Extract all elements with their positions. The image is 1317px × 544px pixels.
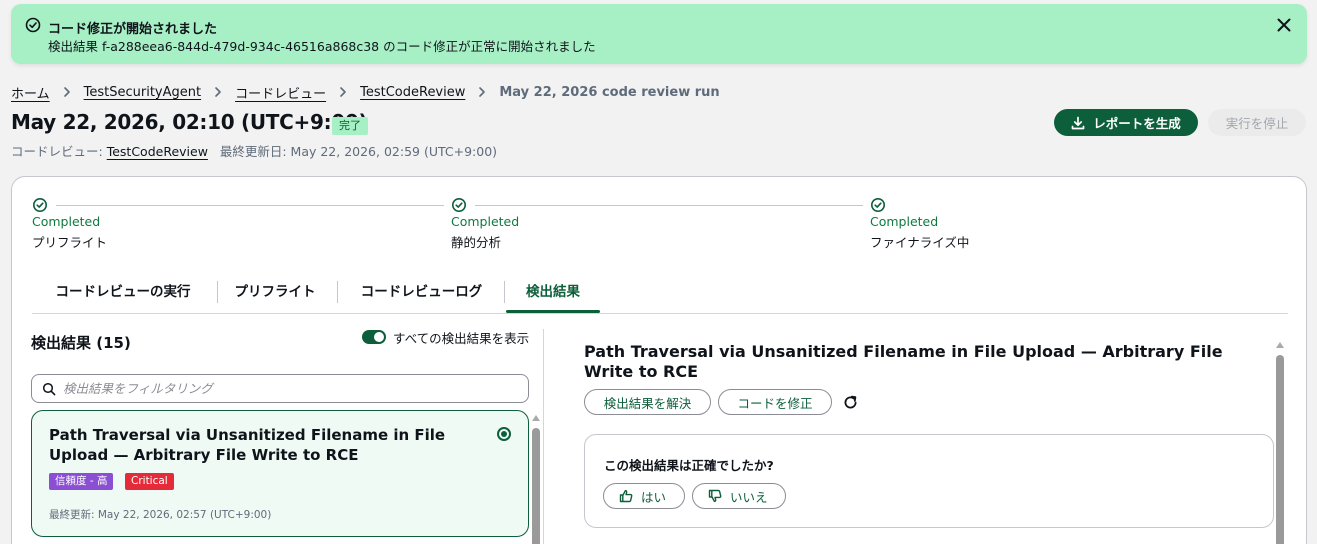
feedback-box: この検出結果は正確でしたか? はい いいえ bbox=[584, 434, 1274, 528]
scroll-up-arrow-icon[interactable] bbox=[532, 415, 540, 421]
chevron-right-icon bbox=[479, 87, 486, 97]
findings-filter bbox=[31, 374, 529, 403]
success-flash: コード修正が開始されました 検出結果 f-a288eea6-844d-479d-… bbox=[11, 4, 1307, 64]
generate-report-label: レポートを生成 bbox=[1093, 116, 1181, 131]
check-circle-icon bbox=[871, 198, 885, 212]
scroll-up-arrow-icon[interactable] bbox=[1276, 342, 1284, 348]
finding-card-title: Path Traversal via Unsanitized Filename … bbox=[49, 426, 446, 464]
check-circle-icon bbox=[33, 198, 47, 212]
check-circle-icon bbox=[25, 17, 41, 33]
step-name: 静的分析 bbox=[451, 235, 502, 250]
breadcrumb-review[interactable]: TestCodeReview bbox=[360, 85, 465, 100]
step-status: Completed bbox=[451, 214, 520, 229]
findings-list-title: 検出結果 (15) bbox=[31, 334, 131, 352]
step-status: Completed bbox=[870, 214, 939, 229]
step-connector bbox=[56, 205, 444, 206]
show-all-findings-toggle[interactable] bbox=[362, 330, 386, 344]
refresh-icon[interactable] bbox=[842, 394, 859, 411]
tab-divider bbox=[337, 281, 338, 303]
tab-preflight[interactable]: プリフライト bbox=[232, 277, 318, 313]
feedback-no-button[interactable]: いいえ bbox=[692, 483, 786, 509]
flash-message: 検出結果 f-a288eea6-844d-479d-934c-46516a868… bbox=[48, 39, 596, 54]
breadcrumb-code-review[interactable]: コードレビュー bbox=[235, 83, 326, 102]
feedback-yes-button[interactable]: はい bbox=[603, 483, 685, 509]
step-name: ファイナライズ中 bbox=[870, 235, 970, 250]
step-connector bbox=[475, 205, 863, 206]
generate-report-button[interactable]: レポートを生成 bbox=[1054, 109, 1198, 136]
chevron-right-icon bbox=[340, 87, 346, 97]
detail-scrollbar[interactable] bbox=[1276, 355, 1284, 544]
breadcrumb-current: May 22, 2026 code review run bbox=[499, 84, 720, 100]
flash-title: コード修正が開始されました bbox=[48, 22, 218, 37]
subtitle-prefix: コードレビュー: bbox=[11, 144, 103, 159]
severity-badge: Critical bbox=[125, 473, 174, 490]
page-title: May 22, 2026, 02:10 (UTC+9:00) bbox=[11, 110, 368, 134]
step-status: Completed bbox=[32, 214, 101, 229]
pane-divider bbox=[543, 329, 544, 544]
show-all-findings-label: すべての検出結果を表示 bbox=[393, 331, 530, 346]
tab-code-review-run[interactable]: コードレビューの実行 bbox=[50, 277, 196, 313]
close-icon[interactable] bbox=[1275, 16, 1293, 34]
findings-list-scrollbar[interactable] bbox=[532, 428, 540, 544]
step-name: プリフライト bbox=[32, 235, 108, 250]
last-updated: 最終更新日: May 22, 2026, 02:59 (UTC+9:00) bbox=[219, 144, 498, 159]
finding-selected-radio[interactable] bbox=[497, 427, 511, 441]
feedback-no-label: いいえ bbox=[730, 489, 768, 505]
tab-divider bbox=[217, 281, 218, 303]
chevron-right-icon bbox=[215, 87, 221, 97]
tab-findings[interactable]: 検出結果 bbox=[506, 277, 600, 313]
finding-updated: 最終更新: May 22, 2026, 02:57 (UTC+9:00) bbox=[49, 509, 272, 521]
fix-code-button[interactable]: コードを修正 bbox=[718, 389, 832, 415]
finding-detail-title: Path Traversal via Unsanitized Filename … bbox=[584, 342, 1223, 381]
search-icon bbox=[42, 382, 56, 396]
run-panel: Completed プリフライト Completed 静的分析 Complete… bbox=[11, 176, 1307, 544]
breadcrumb: ホーム TestSecurityAgent コードレビュー TestCodeRe… bbox=[11, 82, 720, 102]
page-subtitle: コードレビュー: TestCodeReview 最終更新日: May 22, 2… bbox=[11, 141, 497, 160]
findings-filter-input[interactable] bbox=[63, 378, 518, 399]
thumbs-up-icon bbox=[619, 489, 633, 503]
feedback-question: この検出結果は正確でしたか? bbox=[604, 458, 774, 473]
resolve-finding-button[interactable]: 検出結果を解決 bbox=[584, 389, 711, 415]
status-badge: 完了 bbox=[332, 117, 368, 135]
stop-run-button[interactable]: 実行を停止 bbox=[1208, 109, 1306, 136]
tab-code-review-log[interactable]: コードレビューログ bbox=[355, 277, 488, 313]
finding-card[interactable]: Path Traversal via Unsanitized Filename … bbox=[31, 410, 529, 537]
breadcrumb-home[interactable]: ホーム bbox=[11, 83, 50, 102]
download-icon bbox=[1071, 116, 1085, 129]
confidence-badge: 信頼度 - 高 bbox=[49, 473, 114, 490]
breadcrumb-agent[interactable]: TestSecurityAgent bbox=[84, 85, 201, 100]
code-review-link[interactable]: TestCodeReview bbox=[107, 144, 208, 159]
thumbs-down-icon bbox=[708, 489, 722, 503]
tab-bar: コードレビューの実行 プリフライト コードレビューログ 検出結果 bbox=[32, 277, 1288, 314]
feedback-yes-label: はい bbox=[641, 489, 667, 505]
chevron-right-icon bbox=[63, 87, 70, 97]
tab-divider bbox=[504, 281, 505, 303]
check-circle-icon bbox=[452, 198, 466, 212]
